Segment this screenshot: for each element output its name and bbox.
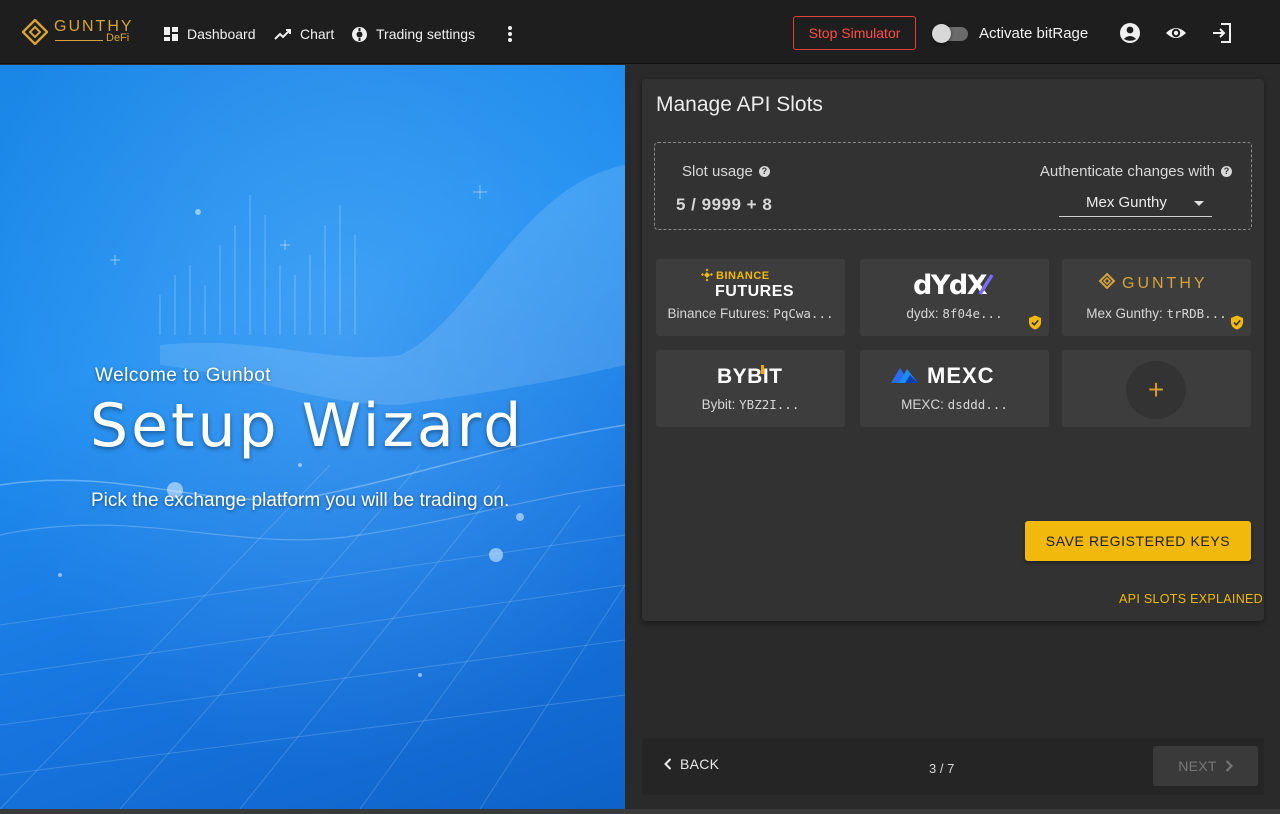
slot-key: dsddd... (947, 397, 1008, 412)
add-icon[interactable]: + (1126, 361, 1186, 419)
nav-trading-settings-label: Trading settings (376, 26, 476, 42)
slot-label: MEXC: (901, 397, 948, 412)
slot-usage-box: Slot usage ? 5 / 9999 + 8 Authenticate c… (654, 142, 1252, 230)
slot-key: 8f04e... (942, 306, 1003, 321)
authenticate-label: Authenticate changes with ? (1040, 163, 1232, 180)
bybit-logo-text: BYBIT (717, 365, 783, 388)
api-slot-name: dydx: 8f04e... (860, 306, 1049, 321)
dashboard-icon (164, 27, 178, 41)
hero-subtitle: Pick the exchange platform you will be t… (91, 490, 510, 511)
futures-logo-text: FUTURES (715, 283, 794, 298)
nav-dashboard[interactable]: Dashboard (163, 22, 256, 46)
slot-label: dydx: (906, 306, 943, 321)
window-bottom-edge (0, 809, 1280, 814)
api-slot-bybit[interactable]: BYBIT Bybit: YBZ2I... (656, 350, 845, 427)
eye-icon[interactable] (1165, 22, 1187, 44)
chevron-right-icon (1225, 760, 1233, 772)
toggle-knob (932, 24, 951, 43)
hero-welcome-text: Welcome to Gunbot (95, 365, 272, 386)
caret-down-icon (1194, 201, 1204, 206)
hero-title: Setup Wizard (90, 391, 525, 461)
binance-futures-logo: BINANCE FUTURES (701, 268, 794, 298)
slot-label: Binance Futures: (667, 306, 774, 321)
slot-key: trRDB... (1166, 306, 1227, 321)
binance-logo-text: BINANCE (716, 270, 770, 282)
slot-usage-label: Slot usage ? (682, 163, 770, 180)
wizard-step-indicator: 3 / 7 (929, 761, 955, 776)
manage-api-slots-card: Manage API Slots Slot usage ? 5 / 9999 +… (642, 79, 1264, 621)
next-button[interactable]: NEXT (1153, 746, 1258, 786)
gunthy-slot-logo: GUNTHY (1098, 272, 1208, 292)
slot-usage-value: 5 / 9999 + 8 (676, 195, 773, 214)
api-slot-name: MEXC: dsddd... (860, 397, 1049, 412)
dydx-logo: dYdX (913, 270, 994, 299)
bybit-logo: BYBIT (717, 365, 783, 388)
next-button-label: NEXT (1178, 758, 1217, 774)
api-slot-name: Bybit: YBZ2I... (656, 397, 845, 412)
slot-usage-label-text: Slot usage (682, 163, 753, 180)
api-slot-mexc[interactable]: MEXC MEXC: dsddd... (860, 350, 1049, 427)
dydx-logo-text: dYdX (913, 270, 988, 299)
api-slots-explained-link[interactable]: API SLOTS EXPLAINED (1119, 592, 1263, 606)
verified-shield-icon (1029, 315, 1041, 330)
logo-underline (55, 40, 103, 41)
api-slot-dydx[interactable]: dYdX dydx: 8f04e... (860, 259, 1049, 336)
setup-wizard-hero: Welcome to Gunbot Setup Wizard Pick the … (0, 65, 625, 809)
mexc-logo-text: MEXC (927, 363, 995, 388)
help-icon[interactable]: ? (758, 166, 770, 177)
wizard-step-panel: Manage API Slots Slot usage ? 5 / 9999 +… (626, 65, 1280, 809)
gunthy-diamond-icon (22, 19, 48, 45)
gunthy-logo-text: GUNTHY (1122, 275, 1208, 292)
api-slot-gunthy[interactable]: GUNTHY Mex Gunthy: trRDB... (1062, 259, 1251, 336)
api-slot-name: Mex Gunthy: trRDB... (1062, 306, 1251, 321)
slot-key: YBZ2I... (739, 397, 800, 412)
slot-key: PqCwa... (773, 306, 834, 321)
help-icon[interactable]: ? (1221, 166, 1232, 177)
authenticate-select[interactable]: Mex Gunthy (1059, 191, 1212, 217)
slot-label: Bybit: (701, 397, 740, 412)
settings-icon (352, 26, 367, 42)
stop-simulator-button[interactable]: Stop Simulator (793, 16, 916, 50)
api-slot-name: Binance Futures: PqCwa... (656, 306, 845, 321)
verified-shield-icon (1231, 315, 1243, 330)
back-button[interactable]: BACK (664, 756, 719, 772)
account-icon[interactable] (1119, 22, 1141, 44)
gunthy-logo[interactable]: GUNTHY DeFi (22, 17, 132, 49)
bitrage-toggle-label: Activate bitRage (979, 25, 1089, 42)
authenticate-select-value: Mex Gunthy (1086, 194, 1167, 211)
mexc-logo: MEXC (891, 363, 995, 388)
api-slot-binance-futures[interactable]: BINANCE FUTURES Binance Futures: PqCwa..… (656, 259, 845, 336)
slot-label: Mex Gunthy: (1086, 306, 1167, 321)
logo-subtitle: DeFi (106, 32, 130, 44)
nav-chart[interactable]: Chart (274, 22, 334, 46)
card-title: Manage API Slots (656, 93, 823, 116)
authenticate-label-text: Authenticate changes with (1039, 163, 1215, 180)
add-api-slot[interactable]: + (1062, 350, 1251, 427)
nav-trading-settings[interactable]: Trading settings (351, 22, 475, 46)
back-button-label: BACK (680, 756, 720, 772)
top-app-bar: GUNTHY DeFi Dashboard Chart Trading sett… (0, 0, 1280, 64)
nav-chart-label: Chart (300, 26, 335, 42)
bitrage-toggle[interactable] (932, 24, 968, 43)
wizard-footer: BACK 3 / 7 NEXT (642, 738, 1264, 795)
trending-up-icon (274, 29, 291, 40)
logout-icon[interactable] (1211, 22, 1233, 44)
save-registered-keys-button[interactable]: SAVE REGISTERED KEYS (1025, 521, 1251, 561)
nav-dashboard-label: Dashboard (187, 26, 256, 42)
chevron-left-icon (664, 758, 672, 770)
more-vert-icon[interactable] (504, 24, 516, 44)
